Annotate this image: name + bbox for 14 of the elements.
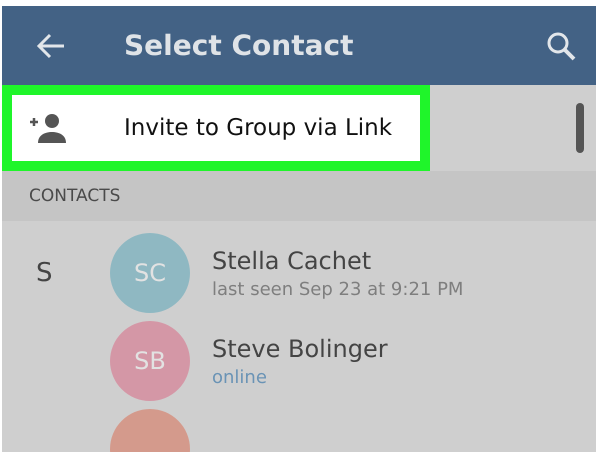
index-letter: S xyxy=(36,258,53,288)
invite-link-item[interactable]: Invite to Group via Link xyxy=(2,85,430,171)
section-title: CONTACTS xyxy=(29,186,120,206)
search-icon[interactable] xyxy=(546,30,576,60)
scrollbar xyxy=(576,103,584,153)
avatar-initials: SB xyxy=(134,347,166,375)
contact-name[interactable]: Stella Cachet xyxy=(212,246,464,274)
contact-status: online xyxy=(212,366,268,388)
avatar-initials: SC xyxy=(134,259,166,287)
contact-status: last seen Sep 23 at 9:21 PM xyxy=(212,278,464,300)
add-person-icon xyxy=(28,112,68,144)
screen-title: Select Contact xyxy=(124,29,354,62)
contact-name[interactable]: Steve Bolinger xyxy=(212,334,388,362)
back-arrow-icon[interactable] xyxy=(36,32,66,58)
